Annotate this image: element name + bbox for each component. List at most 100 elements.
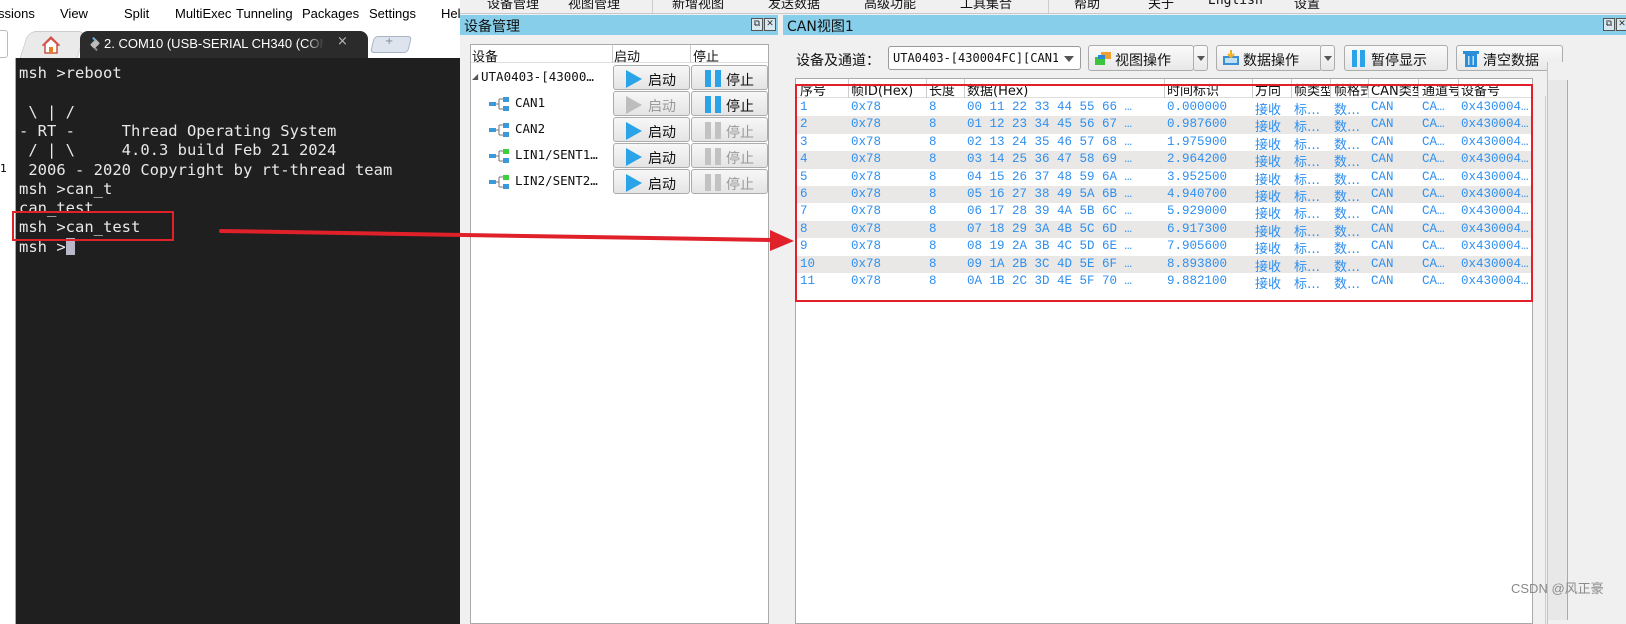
- start-label: 启动: [648, 99, 676, 115]
- left-sidebar-strip: 1: [0, 58, 16, 624]
- right-scrollbar[interactable]: [1548, 80, 1568, 620]
- menu-toolset[interactable]: 工具集合: [960, 0, 1012, 12]
- device-channel-value: UTA0403-[430004FC][CAN1]: [893, 51, 1058, 65]
- data-ops-icon: [1223, 50, 1239, 65]
- menu-sessions[interactable]: ssions: [0, 6, 35, 21]
- device-row-can2[interactable]: CAN2 启动 停止: [471, 116, 768, 142]
- menu-packages[interactable]: Packages: [302, 6, 359, 21]
- col-start[interactable]: 启动: [614, 46, 640, 65]
- menu-view-mgmt[interactable]: 视图管理: [568, 0, 620, 12]
- channel-name: LIN1/SENT1…: [515, 147, 598, 162]
- play-icon: [626, 96, 642, 114]
- menu-english[interactable]: English: [1208, 0, 1263, 8]
- menu-settings[interactable]: 设置: [1294, 0, 1320, 12]
- stop-button-disabled[interactable]: 停止: [691, 169, 768, 194]
- column-separator: [690, 45, 691, 63]
- pause-icon: [1352, 50, 1365, 67]
- pause-icon: [705, 174, 721, 191]
- start-button-disabled[interactable]: 启动: [613, 91, 690, 116]
- terminal-line: 2006 - 2020 Copyright by rt-thread team: [19, 161, 393, 179]
- close-panel-icon[interactable]: ✕: [1616, 18, 1626, 31]
- close-panel-icon[interactable]: ✕: [764, 18, 776, 31]
- stop-label: 停止: [726, 125, 754, 141]
- device-channel-select[interactable]: UTA0403-[430004FC][CAN1]: [888, 46, 1081, 70]
- data-ops-dropdown[interactable]: [1320, 45, 1335, 71]
- play-icon: [626, 70, 642, 88]
- sidebar-number: 1: [0, 162, 7, 175]
- pause-icon: [705, 122, 721, 139]
- float-panel-icon[interactable]: ⧉: [1603, 18, 1615, 31]
- tab-com10-label: 2. COM10 (USB-SERIAL CH340 (COM10)): [104, 36, 324, 51]
- stop-label: 停止: [726, 151, 754, 167]
- menu-split[interactable]: Split: [124, 6, 149, 21]
- device-row-uta0403[interactable]: ◢ UTA0403-[43000… 启动 停止: [471, 64, 768, 90]
- stop-button-disabled[interactable]: 停止: [691, 117, 768, 142]
- play-icon: [626, 174, 642, 192]
- data-ops-label: 数据操作: [1243, 53, 1299, 69]
- menu-separator: [652, 0, 653, 13]
- close-tab-icon[interactable]: ×: [337, 34, 348, 49]
- device-tree: 设备 启动 停止 ◢ UTA0403-[43000… 启动 停止 CAN1 启动…: [470, 44, 769, 624]
- can-panel-titlebar: CAN视图1 ⧉ ✕: [783, 15, 1626, 35]
- terminal[interactable]: msh >reboot \ | / - RT - Thread Operatin…: [16, 58, 460, 624]
- menu-device-mgmt[interactable]: 设备管理: [487, 0, 539, 12]
- menu-help[interactable]: Hel: [441, 6, 461, 21]
- start-label: 启动: [648, 151, 676, 167]
- can-channel-icon: [489, 123, 509, 137]
- right-dock-area: [1547, 62, 1626, 624]
- start-button[interactable]: 启动: [613, 65, 690, 90]
- device-channel-label: 设备及通道：: [796, 53, 880, 69]
- trash-icon: [1463, 51, 1479, 67]
- channel-name: CAN1: [515, 95, 546, 110]
- menu-multiexec[interactable]: MultiExec: [175, 6, 231, 21]
- device-row-can1[interactable]: CAN1 启动 停止: [471, 90, 768, 116]
- device-row-lin2[interactable]: LIN2/SENT2… 启动 停止: [471, 168, 768, 194]
- start-label: 启动: [648, 125, 676, 141]
- start-button[interactable]: 启动: [613, 117, 690, 142]
- device-name: UTA0403-[43000…: [481, 69, 594, 84]
- start-button[interactable]: 启动: [613, 143, 690, 168]
- stop-label: 停止: [726, 177, 754, 193]
- menu-view[interactable]: View: [60, 6, 88, 21]
- menu-settings[interactable]: Settings: [369, 6, 416, 21]
- col-device[interactable]: 设备: [472, 46, 498, 65]
- col-stop[interactable]: 停止: [693, 46, 719, 65]
- pause-display-button[interactable]: 暂停显示: [1344, 45, 1448, 71]
- stop-button[interactable]: 停止: [691, 65, 768, 90]
- menu-advanced[interactable]: 高级功能: [864, 0, 916, 12]
- stop-button[interactable]: 停止: [691, 91, 768, 116]
- serial-plug-icon: [90, 37, 100, 51]
- home-icon: [42, 36, 60, 54]
- plus-icon: +: [385, 36, 394, 47]
- menu-tunneling[interactable]: Tunneling: [236, 6, 293, 21]
- start-label: 启动: [648, 73, 676, 89]
- menu-help[interactable]: 帮助: [1074, 0, 1100, 12]
- float-panel-icon[interactable]: ⧉: [751, 18, 763, 31]
- menu-send-data[interactable]: 发送数据: [768, 0, 820, 12]
- moba-menu-bar: ssions View Split MultiExec Tunneling Pa…: [0, 0, 460, 28]
- start-button[interactable]: 启动: [613, 169, 690, 194]
- column-separator: [612, 45, 613, 63]
- sidebar-search-input[interactable]: [0, 30, 8, 58]
- data-ops-button[interactable]: 数据操作: [1216, 45, 1322, 71]
- can-channel-icon: [489, 97, 509, 111]
- play-icon: [626, 148, 642, 166]
- stop-button-disabled[interactable]: 停止: [691, 143, 768, 168]
- device-tree-header: 设备 启动 停止: [471, 45, 768, 65]
- menu-new-view[interactable]: 新增视图: [672, 0, 724, 12]
- can-panel-title: CAN视图1: [787, 19, 854, 35]
- pause-icon: [705, 96, 721, 113]
- device-panel-titlebar: 设备管理 ⧉ ✕: [460, 15, 778, 35]
- terminal-line: \ | /: [19, 103, 75, 121]
- can-panel-buttons: ⧉ ✕: [1603, 18, 1626, 31]
- view-ops-button[interactable]: 视图操作: [1088, 45, 1194, 71]
- lin-channel-icon: [489, 149, 509, 163]
- terminal-line: msh >reboot: [19, 64, 122, 82]
- pause-display-label: 暂停显示: [1371, 53, 1427, 69]
- menu-about[interactable]: 关于: [1148, 0, 1174, 12]
- device-row-lin1[interactable]: LIN1/SENT1… 启动 停止: [471, 142, 768, 168]
- terminal-line: / | \ 4.0.3 build Feb 21 2024: [19, 141, 337, 159]
- pause-icon: [705, 70, 721, 87]
- expand-arrow-icon[interactable]: ◢: [472, 72, 478, 81]
- view-ops-dropdown[interactable]: [1193, 45, 1208, 71]
